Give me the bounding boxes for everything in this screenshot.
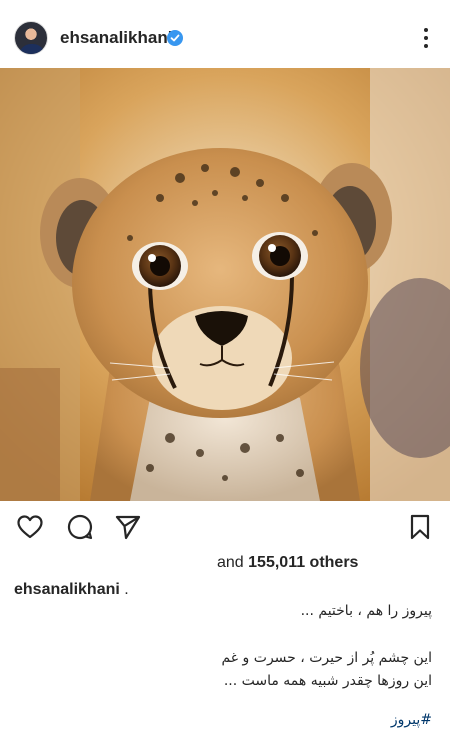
caption-hashtag[interactable]: #پیروز [391, 712, 432, 728]
caption-line-1: پیروز را هم ، باختیم ... [300, 603, 432, 619]
action-bar [0, 501, 450, 551]
heart-icon[interactable] [16, 513, 44, 541]
likes-count[interactable]: 155,011 others [248, 554, 358, 571]
caption-line-3: این روزها چقدر شبیه همه ماست ... [223, 673, 432, 689]
comment-icon[interactable] [66, 513, 94, 541]
share-icon[interactable] [114, 513, 142, 541]
verified-badge-icon [167, 30, 183, 46]
more-options-icon[interactable] [417, 27, 435, 49]
caption-separator: . [124, 581, 129, 598]
post-image[interactable] [0, 68, 450, 501]
avatar[interactable] [14, 21, 48, 55]
post-header: ehsanalikhani [0, 0, 450, 68]
post-username[interactable]: ehsanalikhani [60, 28, 172, 48]
bookmark-icon[interactable] [406, 513, 434, 541]
caption-username[interactable]: ehsanalikhani [14, 581, 120, 598]
caption-header: ehsanalikhani . [14, 581, 129, 599]
likes-prefix: and [217, 554, 244, 571]
likes-summary[interactable]: and 155,011 others [217, 554, 358, 572]
caption-line-2: این چشم پُر از حیرت ، حسرت و غم [221, 650, 432, 666]
